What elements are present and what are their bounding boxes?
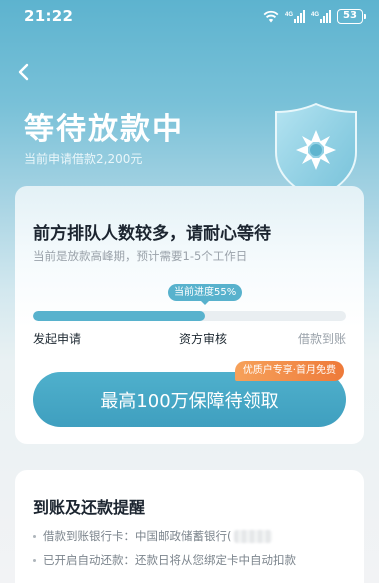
reminder-list: 借款到账银行卡：中国邮政储蓄银行( 已开启自动还款：还款日将从您绑定卡中自动扣款	[33, 528, 353, 576]
bank-card-text: 借款到账银行卡：中国邮政储蓄银行(	[43, 529, 232, 543]
status-icons: 4G 4G 53	[263, 7, 366, 25]
reminder-card: 到账及还款提醒 借款到账银行卡：中国邮政储蓄银行( 已开启自动还款：还款日将从您…	[15, 470, 364, 583]
step-apply: 发起申请	[33, 332, 82, 346]
back-button[interactable]	[12, 62, 36, 86]
list-item: 已开启自动还款：还款日将从您绑定卡中自动扣款	[33, 552, 353, 576]
network-label-1: 4G	[285, 12, 293, 18]
progress-card: 前方排队人数较多，请耐心等待 当前是放款高峰期，预计需要1-5个工作日 当前进度…	[15, 186, 364, 444]
chevron-left-icon	[17, 63, 31, 85]
signal-icon-2: 4G	[311, 9, 331, 23]
step-review: 资方审核	[179, 332, 228, 346]
page-title: 等待放款中	[24, 112, 184, 147]
queue-title: 前方排队人数较多，请耐心等待	[33, 224, 271, 244]
auto-repay-text: 已开启自动还款：还款日将从您绑定卡中自动扣款	[43, 553, 296, 567]
shield-logo-icon	[272, 100, 360, 200]
list-item: 借款到账银行卡：中国邮政储蓄银行(	[33, 528, 353, 552]
progress-fill	[33, 311, 206, 321]
queue-subtitle: 当前是放款高峰期，预计需要1-5个工作日	[33, 249, 248, 263]
progress-badge: 当前进度55%	[168, 284, 243, 305]
loan-amount-text: 当前申请借款2,200元	[24, 152, 143, 166]
progress-bar	[33, 311, 346, 321]
status-time: 21:22	[24, 7, 74, 25]
battery-level: 53	[343, 10, 357, 21]
status-bar: 21:22 4G 4G 53	[0, 0, 379, 32]
wifi-icon	[263, 10, 279, 23]
reminder-title: 到账及还款提醒	[33, 498, 146, 517]
battery-icon: 53	[337, 8, 366, 24]
cta-wrap: 最高100万保障待领取 优质户专享·首月免费	[33, 361, 346, 428]
masked-card-number	[233, 530, 272, 543]
promo-tag: 优质户专享·首月免费	[234, 361, 344, 381]
progress-steps: 发起申请 资方审核 借款到账	[33, 330, 346, 346]
step-disbursed: 借款到账	[297, 332, 346, 346]
signal-icon-1: 4G	[285, 9, 305, 23]
network-label-2: 4G	[311, 12, 319, 18]
